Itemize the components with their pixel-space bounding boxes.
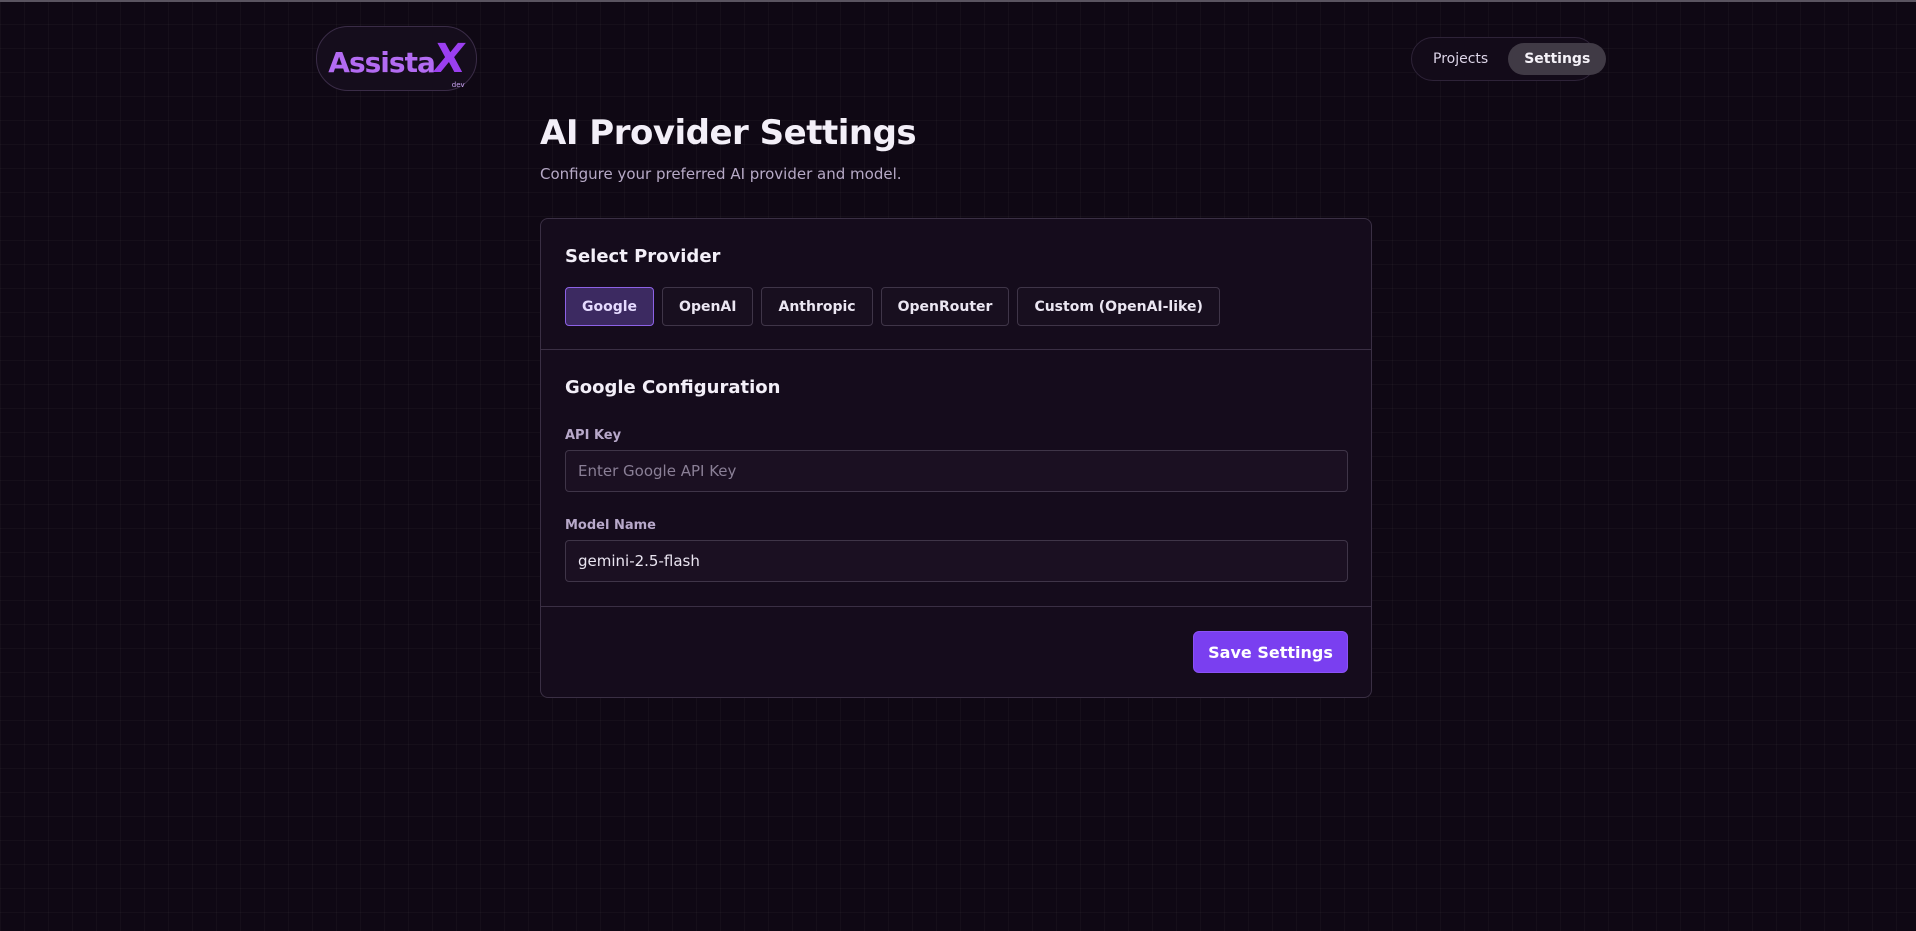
provider-openai-button[interactable]: OpenAI — [662, 287, 754, 326]
provider-openrouter-button[interactable]: OpenRouter — [880, 287, 1010, 326]
provider-section-title: Select Provider — [565, 246, 721, 267]
nav-projects[interactable]: Projects — [1417, 43, 1504, 75]
provider-options: Google OpenAI Anthropic OpenRouter Custo… — [565, 287, 1220, 326]
save-settings-button[interactable]: Save Settings — [1193, 631, 1348, 673]
model-name-label: Model Name — [565, 518, 656, 533]
logo-wordmark: Assista X dev — [328, 35, 468, 89]
model-name-value: gemini-2.5-flash — [578, 552, 700, 570]
logo-text: Assista — [328, 45, 436, 79]
page-title: AI Provider Settings — [540, 113, 917, 153]
logo-x-mark: X — [430, 35, 468, 82]
config-section-title: Google Configuration — [565, 377, 781, 398]
provider-section: Select Provider Google OpenAI Anthropic … — [541, 219, 1371, 350]
window-top-border — [0, 0, 1916, 2]
api-key-placeholder: Enter Google API Key — [578, 462, 737, 480]
logo-dev-tag: dev — [451, 80, 465, 89]
settings-card: Select Provider Google OpenAI Anthropic … — [540, 218, 1372, 698]
top-nav: Projects Settings — [1411, 37, 1607, 81]
page-subtitle: Configure your preferred AI provider and… — [540, 165, 902, 183]
config-section: Google Configuration API Key Enter Googl… — [541, 350, 1371, 607]
provider-google-button[interactable]: Google — [565, 287, 655, 326]
app-logo[interactable]: Assista X dev — [316, 26, 477, 91]
api-key-input[interactable]: Enter Google API Key — [565, 450, 1348, 492]
nav-settings[interactable]: Settings — [1508, 43, 1607, 75]
model-name-input[interactable]: gemini-2.5-flash — [565, 540, 1348, 582]
provider-anthropic-button[interactable]: Anthropic — [761, 287, 873, 326]
api-key-label: API Key — [565, 428, 622, 443]
provider-custom-button[interactable]: Custom (OpenAI-like) — [1017, 287, 1220, 326]
